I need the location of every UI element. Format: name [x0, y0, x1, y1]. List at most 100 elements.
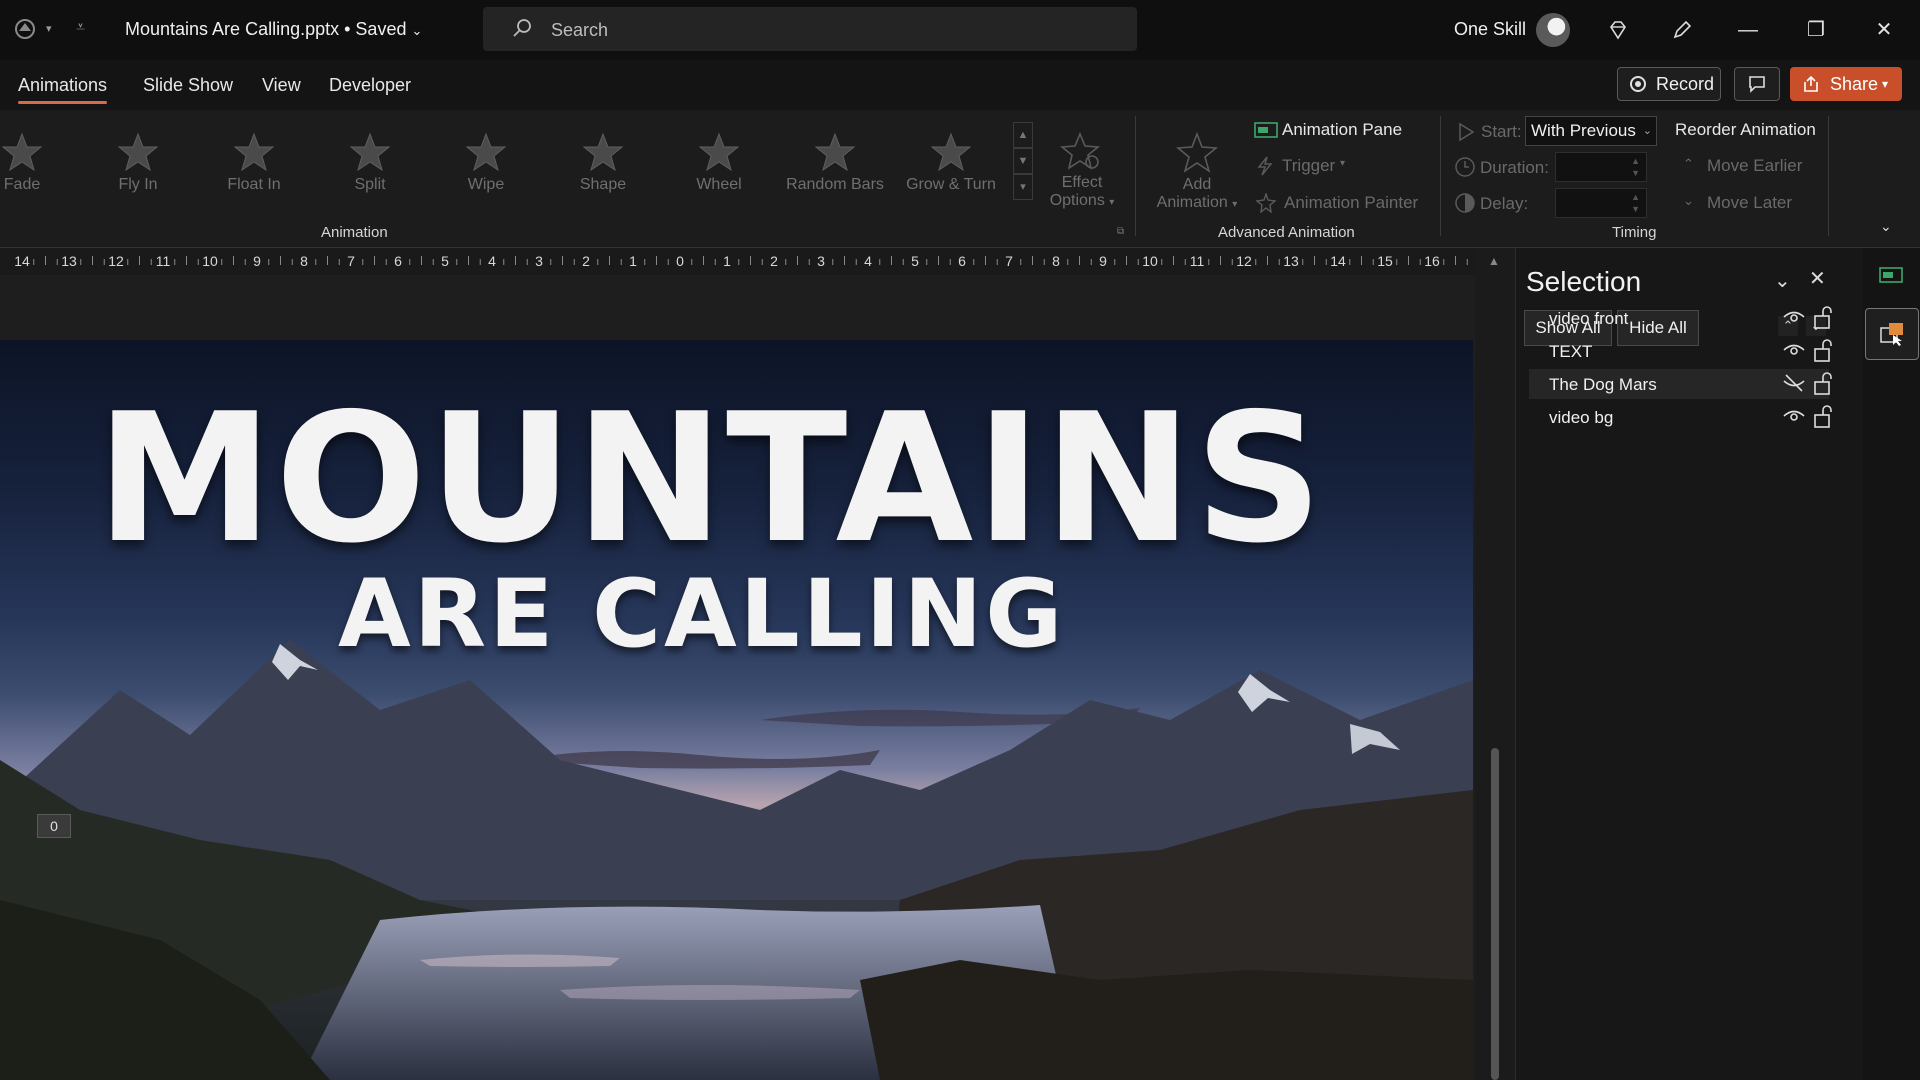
chevron-down-icon: ⌄: [411, 23, 423, 38]
animation-painter-icon: [1256, 193, 1276, 213]
selection-pane-title: Selection: [1526, 266, 1642, 297]
chevron-down-icon[interactable]: ▾: [1882, 67, 1888, 101]
chevron-down-icon: ⌄: [1642, 125, 1652, 137]
tab-view[interactable]: View: [262, 75, 301, 96]
add-animation-label-2: Animation: [1156, 194, 1228, 211]
effect-options-button[interactable]: Effect Options ▾: [1027, 132, 1137, 212]
animation-grow-turn[interactable]: Grow & Turn: [896, 132, 1006, 212]
minimize-icon[interactable]: —: [1732, 14, 1764, 46]
fade-star-icon: [1, 132, 43, 172]
chevron-down-icon: ▾: [1109, 197, 1115, 208]
animation-wheel[interactable]: Wheel: [664, 132, 774, 212]
effect-options-label-2: Options: [1049, 192, 1105, 209]
close-icon[interactable]: ✕: [1868, 14, 1900, 46]
animation-label: Float In: [227, 176, 281, 193]
grow-turn-star-icon: [930, 132, 972, 172]
unlock-icon[interactable]: [1812, 405, 1834, 429]
search-input[interactable]: [551, 19, 1111, 41]
slide-title[interactable]: MOUNTAINS: [96, 390, 1325, 568]
ruler-label: 15: [1377, 253, 1393, 269]
fly-in-star-icon: [117, 132, 159, 172]
animation-label: Random Bars: [786, 176, 884, 193]
dialog-launcher-icon[interactable]: ⧉: [1117, 226, 1124, 237]
horizontal-ruler: 14 13 12 11 10 9 8 7 6 5 4 3 2 1 0 1 2 3 4 5 6 7 8 9 10 11 12 13 14 1…: [0, 248, 1475, 275]
group-label-timing: Timing: [1612, 224, 1657, 241]
eye-icon[interactable]: [1782, 307, 1806, 327]
ruler-label: 7: [347, 253, 355, 269]
group-separator: [1135, 116, 1136, 236]
animation-float-in[interactable]: Float In: [199, 132, 309, 212]
animation-fly-in[interactable]: Fly In: [83, 132, 193, 212]
vertical-scrollbar[interactable]: ▲: [1475, 248, 1515, 1080]
start-value: With Previous: [1531, 121, 1636, 140]
ruler-label: 13: [1283, 253, 1299, 269]
document-title[interactable]: Mountains Are Calling.pptx • Saved ⌄: [125, 19, 422, 40]
share-button[interactable]: Share ▾: [1790, 67, 1902, 101]
chevron-down-icon[interactable]: ⌄: [1774, 268, 1791, 293]
duration-stepper[interactable]: ▲ ▼: [1555, 152, 1647, 182]
comment-icon: [1749, 76, 1765, 93]
animation-label: Shape: [579, 176, 627, 193]
animation-fade[interactable]: Fade: [0, 132, 77, 212]
slide[interactable]: MOUNTAINS ARE CALLING 0: [0, 340, 1473, 1080]
ruler-label: 0: [676, 253, 684, 269]
scroll-up-icon[interactable]: ▲: [1488, 254, 1500, 268]
animation-shape[interactable]: Shape: [548, 132, 658, 212]
record-button[interactable]: Record: [1617, 67, 1721, 101]
quick-access-customize-icon[interactable]: ⩡: [76, 19, 85, 37]
selection-item[interactable]: TEXT: [1529, 336, 1832, 366]
unlock-icon[interactable]: [1812, 306, 1834, 330]
unlock-icon[interactable]: [1812, 372, 1834, 396]
chevron-down-icon[interactable]: ▾: [46, 22, 52, 35]
selection-item-name: video bg: [1549, 408, 1614, 427]
ruler-label: 16: [1424, 253, 1440, 269]
move-later-label: Move Later: [1707, 193, 1793, 212]
stepper-arrows-icon: ▲ ▼: [1631, 192, 1640, 214]
selection-item[interactable]: video front: [1529, 303, 1832, 333]
eye-icon[interactable]: [1782, 406, 1806, 426]
ruler-label: 14: [14, 253, 30, 269]
scrollbar-thumb[interactable]: [1491, 748, 1499, 1080]
unlock-icon[interactable]: [1812, 339, 1834, 363]
eye-icon[interactable]: [1782, 340, 1806, 360]
restore-icon[interactable]: ❐: [1800, 14, 1832, 46]
add-animation-button[interactable]: Add Animation ▾: [1142, 132, 1252, 212]
ruler-label: 14: [1330, 253, 1346, 269]
avatar[interactable]: [1536, 13, 1570, 47]
animation-wipe[interactable]: Wipe: [431, 132, 541, 212]
delay-label: Delay:: [1480, 194, 1529, 213]
tab-developer[interactable]: Developer: [329, 75, 411, 96]
delay-stepper[interactable]: ▲ ▼: [1555, 188, 1647, 218]
move-earlier-label: Move Earlier: [1707, 156, 1803, 175]
tab-slide-show[interactable]: Slide Show: [143, 75, 233, 96]
tab-animations[interactable]: Animations: [18, 75, 108, 104]
collapse-ribbon-icon[interactable]: ⌄: [1880, 218, 1892, 235]
clock-icon: [1455, 157, 1475, 177]
search-box[interactable]: [483, 7, 1137, 51]
selection-pane-toggle[interactable]: [1865, 308, 1919, 360]
animation-pane-toggle-icon[interactable]: [1879, 266, 1903, 289]
close-icon[interactable]: ✕: [1809, 266, 1826, 291]
ruler-label: 10: [1142, 253, 1158, 269]
selection-item-name: TEXT: [1549, 342, 1593, 361]
autosave-icon[interactable]: [14, 18, 40, 45]
selection-pane-icon: [1880, 323, 1903, 346]
diamond-icon[interactable]: [1602, 14, 1634, 46]
animation-split[interactable]: Split: [315, 132, 425, 212]
ruler-label: 3: [817, 253, 825, 269]
animation-random-bars[interactable]: Random Bars: [780, 132, 890, 212]
document-title-text: Mountains Are Calling.pptx • Saved: [125, 19, 407, 39]
user-name: One Skill: [1454, 19, 1527, 39]
comments-button[interactable]: [1734, 67, 1780, 101]
ruler-label: 8: [300, 253, 308, 269]
selection-item[interactable]: The Dog Mars: [1529, 369, 1832, 399]
start-select[interactable]: With Previous ⌄: [1525, 116, 1657, 146]
random-bars-star-icon: [814, 132, 856, 172]
pen-icon[interactable]: [1666, 14, 1698, 46]
animation-order-tag[interactable]: 0: [37, 814, 71, 838]
search-icon: [513, 19, 531, 37]
eye-hidden-icon[interactable]: [1782, 373, 1806, 393]
selection-item[interactable]: video bg: [1529, 402, 1832, 432]
animation-pane-label: Animation Pane: [1282, 120, 1403, 139]
slide-subtitle[interactable]: ARE CALLING: [338, 568, 1065, 662]
